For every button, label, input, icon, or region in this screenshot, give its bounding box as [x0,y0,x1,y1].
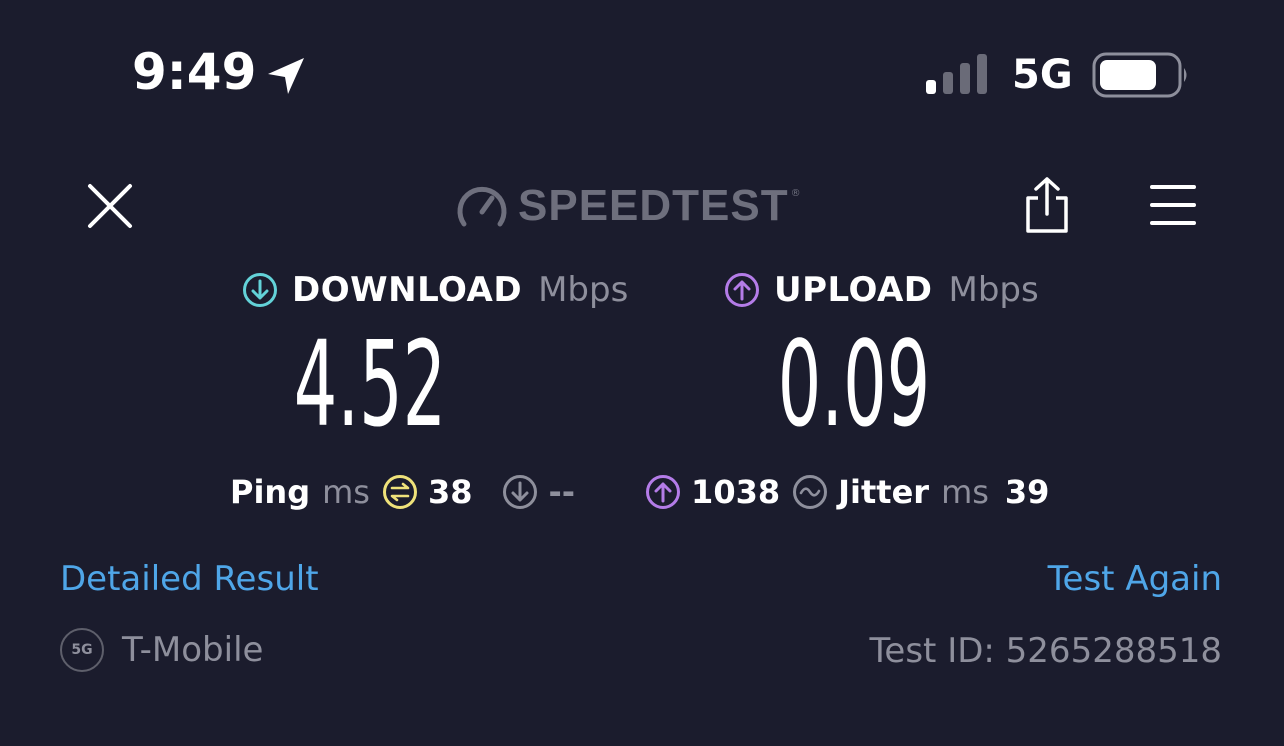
jitter-value: 39 [1004,473,1050,511]
download-header: DOWNLOAD Mbps [242,270,628,310]
ping-label: Ping [230,473,311,511]
download-unit: Mbps [538,270,629,310]
hamburger-menu-icon[interactable] [1150,182,1196,228]
jitter-unit: ms [941,473,989,511]
ping-download-value: -- [548,473,576,511]
upload-header: UPLOAD Mbps [724,270,1039,310]
ping-unit: ms [322,473,370,511]
upload-value: 0.09 [777,315,931,453]
logo-text: SPEEDTEST [518,181,789,230]
speedometer-icon [457,186,507,227]
upload-unit: Mbps [948,270,1039,310]
idle-latency-icon [382,475,417,509]
network-badge-icon: 5G [60,628,104,672]
test-again-link[interactable]: Test Again [1048,558,1222,600]
speedtest-logo: SPEEDTEST ® [456,180,801,232]
ping-jitter-row: Ping ms 38 -- 1038 Jitter ms 39 [230,470,1049,514]
download-label: DOWNLOAD [292,270,523,310]
status-time: 9:49 [132,43,257,101]
cellular-signal-icon [926,54,987,94]
carrier-info: 5G T-Mobile [60,626,263,674]
share-icon[interactable] [1024,176,1070,234]
location-arrow-icon [268,58,304,94]
ping-upload-value: 1038 [691,473,781,511]
close-icon[interactable] [86,182,134,230]
detailed-result-link[interactable]: Detailed Result [60,558,319,600]
upload-label: UPLOAD [774,270,933,310]
logo-trademark: ® [790,188,801,199]
jitter-label: Jitter [838,473,930,511]
test-id: Test ID: 5265288518 [869,631,1222,671]
upload-latency-icon [646,475,681,509]
network-type: 5G [1012,52,1073,98]
download-latency-icon [503,475,538,509]
download-value: 4.52 [293,315,447,453]
carrier-name: T-Mobile [122,630,264,670]
jitter-icon [793,475,828,509]
ping-idle-value: 38 [427,473,473,511]
battery-icon [1092,52,1187,98]
upload-arrow-icon [725,273,759,307]
download-arrow-icon [243,273,277,307]
